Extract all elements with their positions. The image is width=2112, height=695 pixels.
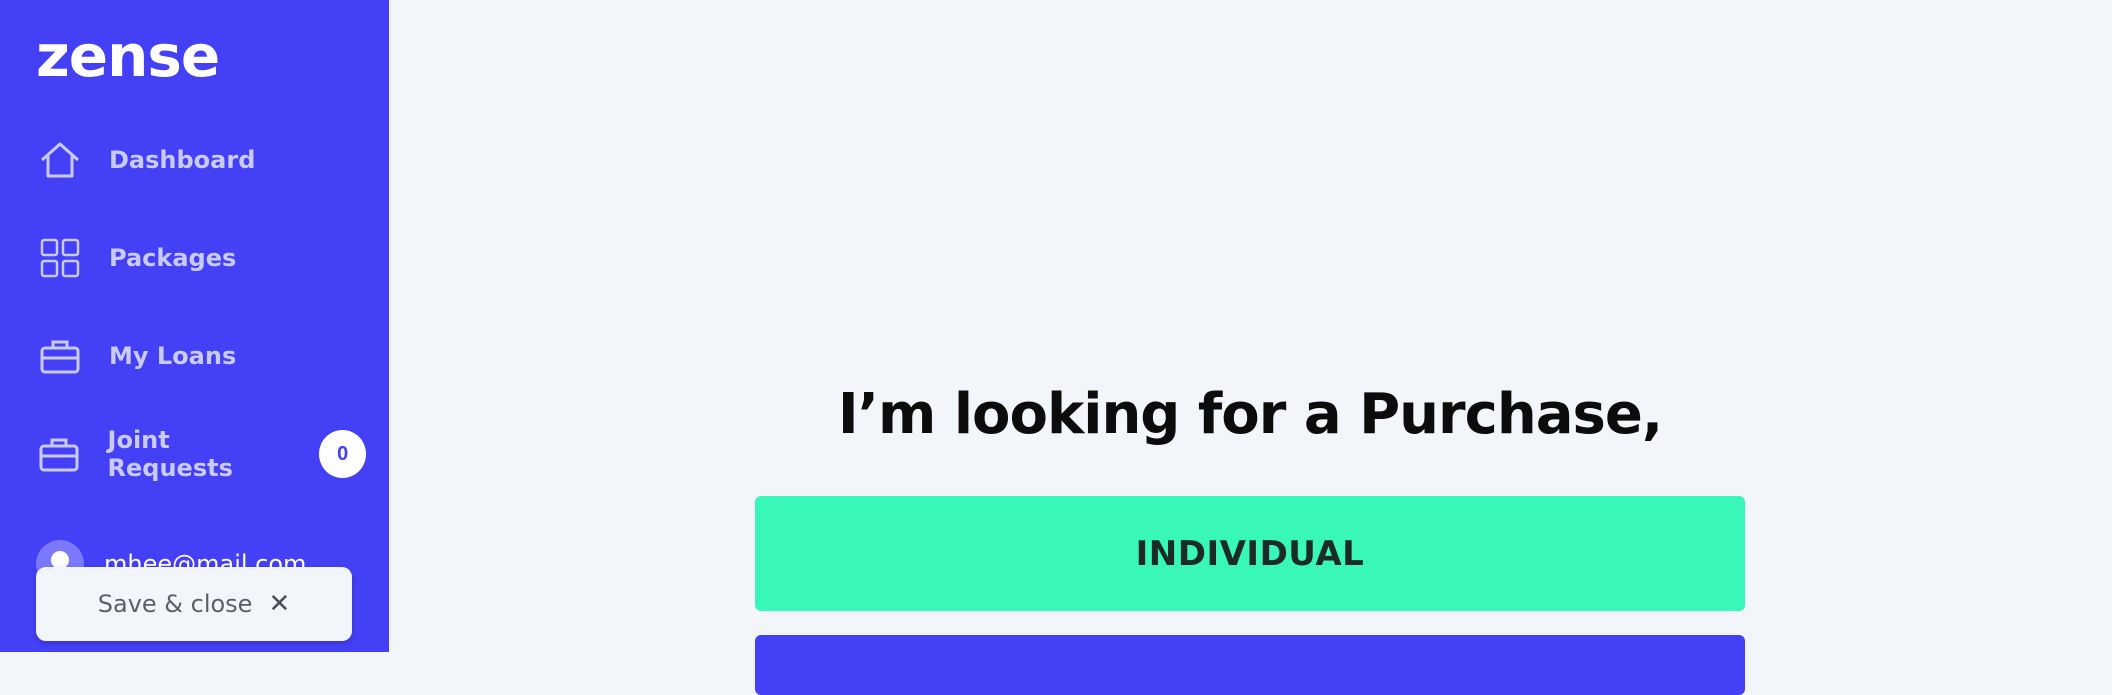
briefcase-icon (36, 430, 83, 478)
sidebar-item-label: My Loans (109, 342, 237, 370)
sidebar-item-my-loans[interactable]: My Loans (36, 326, 366, 386)
briefcase-icon (36, 332, 84, 380)
home-icon (36, 136, 84, 184)
close-icon: ✕ (268, 589, 291, 619)
sidebar-item-packages[interactable]: Packages (36, 228, 366, 288)
count-badge: 0 (319, 430, 366, 478)
save-close-label: Save & close (97, 590, 253, 618)
second-option-button[interactable] (755, 635, 1745, 695)
sidebar-item-label: Joint Requests (107, 426, 233, 482)
page-title: I’m looking for a Purchase, (837, 382, 1663, 447)
sidebar-item-joint-requests[interactable]: Joint Requests 0 (36, 424, 366, 484)
grid-icon (36, 234, 84, 282)
individual-option-button[interactable]: INDIVIDUAL (755, 496, 1745, 611)
sidebar: zense Dashboard Packages My Loans Joint … (0, 0, 389, 652)
save-close-button[interactable]: Save & close ✕ (36, 567, 352, 641)
sidebar-item-label: Packages (109, 244, 237, 272)
brand-logo[interactable]: zense (36, 22, 220, 90)
sidebar-item-dashboard[interactable]: Dashboard (36, 130, 366, 190)
sidebar-item-label: Dashboard (109, 146, 256, 174)
